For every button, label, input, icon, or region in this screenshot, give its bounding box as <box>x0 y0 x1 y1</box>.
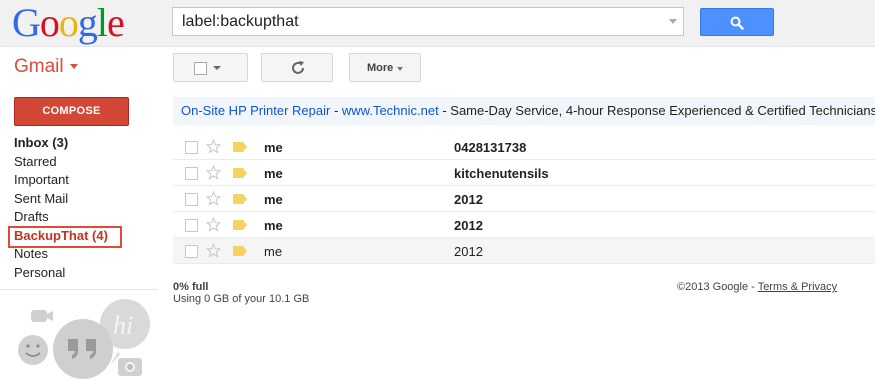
sidebar-divider <box>0 289 158 290</box>
ad-separator: - <box>330 103 342 118</box>
google-logo[interactable]: Google <box>12 0 125 45</box>
logo-letter: G <box>12 0 41 45</box>
sidebar-item-sent-mail[interactable]: Sent Mail <box>14 190 164 209</box>
hangouts-illustration-icon: hi <box>18 299 150 379</box>
message-list: me 0428131738 me kitchenutensils me 2012… <box>173 134 875 264</box>
message-checkbox[interactable] <box>185 219 198 232</box>
message-sender: me <box>264 140 283 155</box>
star-icon[interactable] <box>206 165 221 180</box>
ad-text: - Same-Day Service, 4-hour Response Expe… <box>438 103 875 118</box>
copyright-text: ©2013 Google - <box>677 281 758 293</box>
logo-letter: o <box>39 0 60 45</box>
refresh-icon <box>292 61 304 74</box>
compose-button[interactable]: COMPOSE <box>14 97 129 126</box>
importance-marker-icon[interactable] <box>233 194 247 204</box>
message-sender: me <box>264 192 283 207</box>
select-all-checkbox[interactable] <box>194 62 207 75</box>
storage-detail: Using 0 GB of your 10.1 GB <box>173 293 310 305</box>
chevron-down-icon <box>397 67 403 71</box>
gmail-label: Gmail <box>14 56 64 77</box>
message-checkbox[interactable] <box>185 167 198 180</box>
search-icon <box>730 16 744 30</box>
footer-copyright: ©2013 Google - Terms & Privacy <box>677 281 837 293</box>
chevron-down-icon <box>69 64 78 70</box>
star-icon[interactable] <box>206 191 221 206</box>
message-row[interactable]: me 0428131738 <box>173 134 875 160</box>
ad-title-link[interactable]: On-Site HP Printer Repair <box>181 103 330 118</box>
message-subject: kitchenutensils <box>454 166 549 181</box>
sidebar-item-important[interactable]: Important <box>14 171 164 190</box>
search-options-caret-icon[interactable] <box>669 19 677 24</box>
more-button[interactable]: More <box>349 53 421 82</box>
message-checkbox[interactable] <box>185 193 198 206</box>
storage-percent: 0% full <box>173 281 209 293</box>
message-sender: me <box>264 218 283 233</box>
sidebar-nav: Inbox (3) Starred Important Sent Mail Dr… <box>14 134 164 282</box>
logo-letter: g <box>77 0 98 45</box>
top-bar: Google <box>0 0 875 47</box>
importance-marker-icon[interactable] <box>233 220 247 230</box>
ad-url-link[interactable]: www.Technic.net <box>342 103 439 118</box>
star-icon[interactable] <box>206 217 221 232</box>
select-button[interactable] <box>173 53 248 82</box>
star-icon[interactable] <box>206 243 221 258</box>
star-icon[interactable] <box>206 139 221 154</box>
logo-letter: e <box>107 0 125 45</box>
storage-usage: 0% full Using 0 GB of your 10.1 GB <box>173 281 309 305</box>
message-row[interactable]: me 2012 <box>173 186 875 212</box>
chevron-down-icon <box>213 66 221 70</box>
message-subject: 2012 <box>454 244 483 259</box>
message-subject: 2012 <box>454 192 483 207</box>
sidebar-item-starred[interactable]: Starred <box>14 153 164 172</box>
logo-letter: l <box>96 0 108 45</box>
importance-marker-icon[interactable] <box>233 168 247 178</box>
hangouts-panel[interactable]: hi <box>0 294 160 385</box>
message-subject: 0428131738 <box>454 140 527 155</box>
more-label: More <box>367 62 394 74</box>
importance-marker-icon[interactable] <box>233 142 247 152</box>
message-checkbox[interactable] <box>185 141 198 154</box>
sidebar-item-personal[interactable]: Personal <box>14 264 164 283</box>
svg-text:hi: hi <box>113 311 133 340</box>
message-row[interactable]: me 2012 <box>173 212 875 238</box>
sidebar-item-inbox[interactable]: Inbox (3) <box>14 134 164 153</box>
search-input[interactable] <box>173 8 653 35</box>
importance-marker-icon[interactable] <box>233 246 247 256</box>
highlight-annotation <box>8 226 122 248</box>
terms-privacy-link[interactable]: Terms & Privacy <box>758 281 837 293</box>
message-checkbox[interactable] <box>185 245 198 258</box>
gmail-app-menu[interactable]: Gmail <box>14 56 78 78</box>
message-subject: 2012 <box>454 218 483 233</box>
sidebar-item-drafts[interactable]: Drafts <box>14 208 164 227</box>
search-button[interactable] <box>700 8 774 36</box>
search-box <box>172 7 684 36</box>
message-sender: me <box>264 244 283 259</box>
sponsored-ad[interactable]: On-Site HP Printer Repair - www.Technic.… <box>173 97 875 125</box>
refresh-button[interactable] <box>261 53 333 82</box>
message-sender: me <box>264 166 283 181</box>
message-row[interactable]: me kitchenutensils <box>173 160 875 186</box>
logo-letter: o <box>58 0 79 45</box>
message-row[interactable]: me 2012 <box>173 238 875 264</box>
